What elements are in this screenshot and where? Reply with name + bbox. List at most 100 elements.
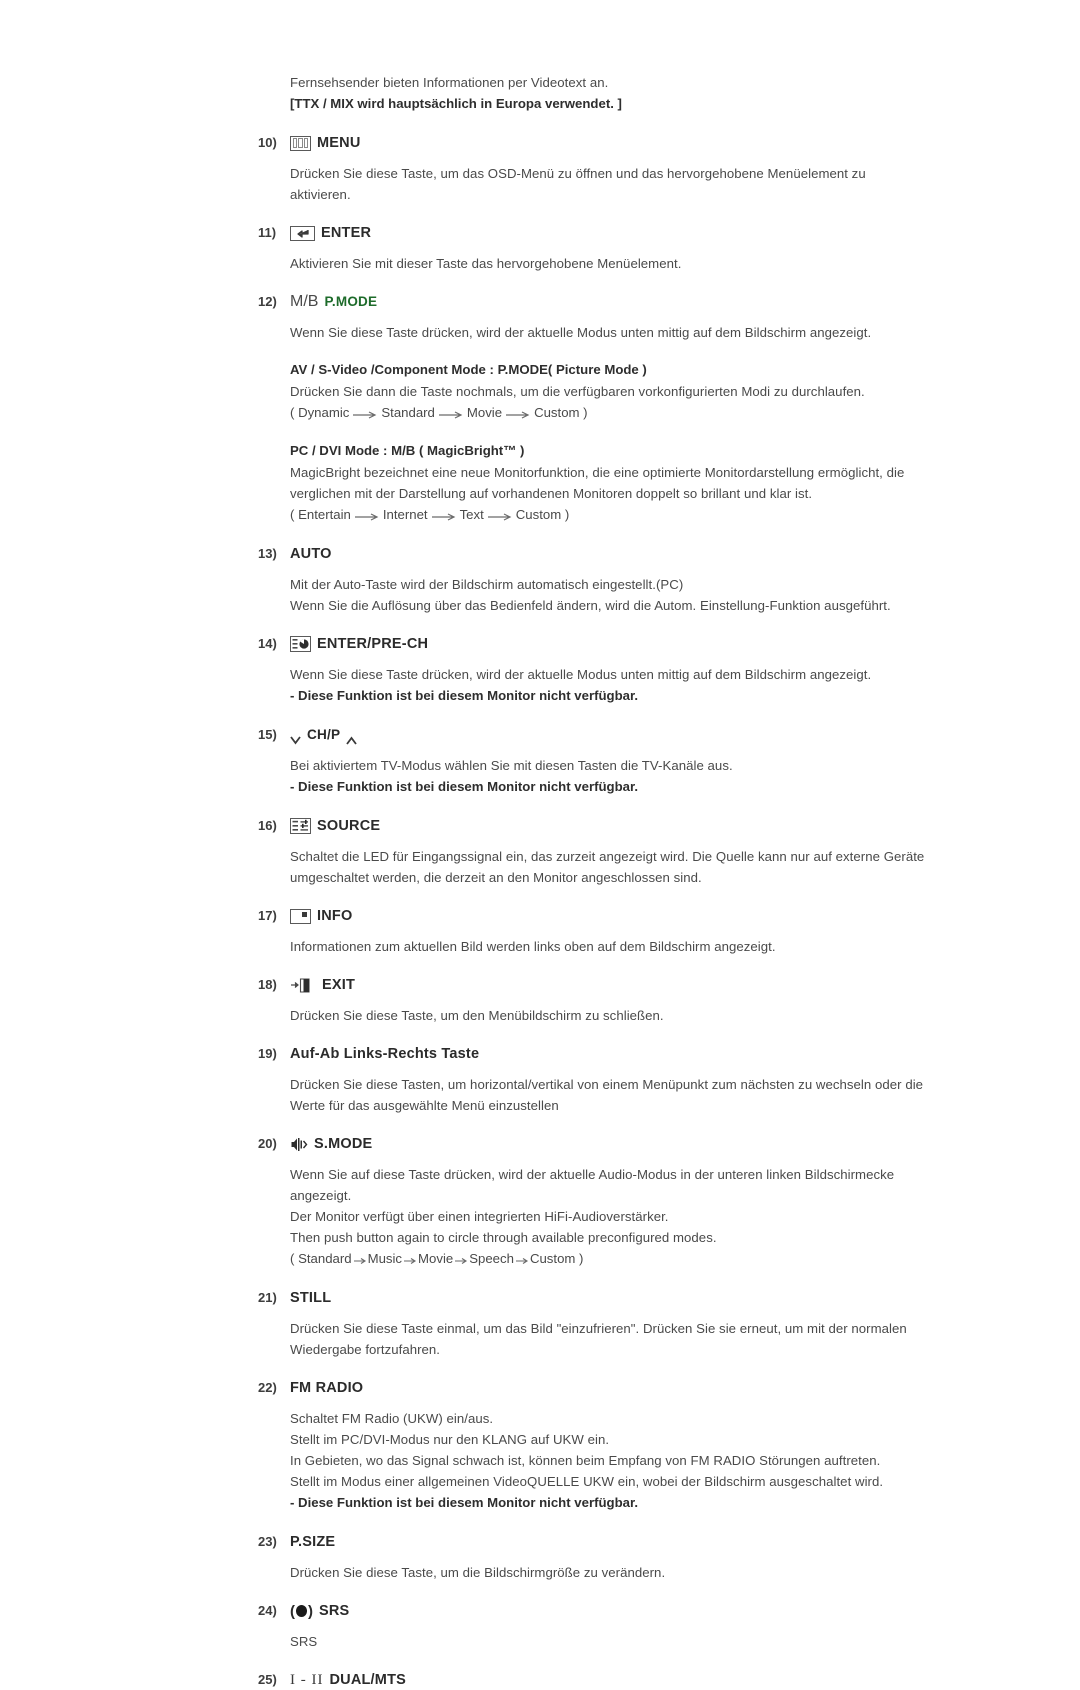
mode-sequence-magicbright: ( Entertain Internet Text Custom ) — [290, 504, 950, 526]
sound-mode-icon — [290, 1137, 308, 1152]
arrow-right-icon — [515, 1249, 529, 1270]
item-paragraph: Werte für das ausgewählte Menü einzustel… — [290, 1098, 559, 1114]
item-enter-prech: 14) ENTER/PRE-CH — [258, 634, 950, 654]
item-psize: 23) P.SIZE — [258, 1532, 950, 1552]
item-label-row: SOURCE — [290, 816, 380, 836]
item-paragraph: Then push button again to circle through… — [290, 1230, 717, 1246]
item-paragraph: Wenn Sie auf diese Taste drücken, wird d… — [290, 1167, 895, 1183]
item-label-row: ENTER — [290, 223, 371, 243]
item-number: 11) — [258, 225, 277, 240]
item-label: SOURCE — [317, 818, 381, 835]
enter-prech-icon — [290, 636, 311, 653]
mode-option: Standard — [298, 1251, 352, 1267]
item-paragraph: Informationen zum aktuellen Bild werden … — [290, 939, 776, 955]
item-label: FM RADIO — [290, 1380, 364, 1397]
item-label: MENU — [317, 135, 361, 151]
item-unavailable-note: - Diese Funktion ist bei diesem Monitor … — [290, 1495, 639, 1511]
document-page: Fernsehsender bieten Informationen per V… — [0, 0, 1080, 1688]
item-number: 22) — [258, 1380, 277, 1396]
item-source: 16) SOURCE — [258, 816, 950, 836]
item-paragraph: Aktivieren Sie mit dieser Taste das herv… — [290, 256, 682, 271]
item-paragraph: Stellt im Modus einer allgemeinen VideoQ… — [290, 1474, 884, 1490]
item-number: 17) — [258, 908, 277, 924]
mode-option: Custom — [529, 1251, 576, 1267]
item-label: S.MODE — [314, 1136, 373, 1153]
item-dual-mts: 25) I - II DUAL/MTS — [258, 1670, 950, 1690]
item-paragraph: In Gebieten, wo das Signal schwach ist, … — [290, 1453, 881, 1469]
item-paragraph: angezeigt. — [290, 1188, 352, 1204]
chevron-up-icon — [346, 731, 358, 745]
item-paragraph: umgeschaltet werden, die derzeit an den … — [290, 870, 702, 886]
info-icon — [290, 908, 311, 924]
item-label-row: Auf-Ab Links-Rechts Taste — [290, 1044, 479, 1064]
dual-mts-icon: I - II — [290, 1672, 324, 1689]
intro-note: [TTX / MIX wird hauptsächlich in Europa … — [290, 96, 622, 111]
mode-option: Movie — [466, 405, 503, 420]
mode-option: Speech — [469, 1251, 514, 1267]
item-paragraph: Schaltet FM Radio (UKW) ein/aus. — [290, 1411, 494, 1427]
item-label-prefix: M/B — [290, 293, 319, 310]
arrow-right-icon — [438, 403, 464, 424]
item-pmode: 12) M/B P.MODE — [258, 292, 950, 312]
item-paragraph: Drücken Sie diese Tasten, um horizontal/… — [290, 1077, 924, 1093]
item-paragraph: Schaltet die LED für Eingangssignal ein,… — [290, 849, 925, 865]
item-label: ENTER — [321, 225, 372, 241]
arrow-right-icon — [354, 505, 380, 526]
item-number: 20) — [258, 1136, 277, 1152]
item-paragraph: SRS — [290, 1634, 318, 1650]
intro-line: Fernsehsender bieten Informationen per V… — [290, 75, 609, 90]
item-number: 15) — [258, 727, 277, 743]
item-paragraph: Stellt im PC/DVI-Modus nur den KLANG auf… — [290, 1432, 610, 1448]
mode-sequence-picture: ( Dynamic Standard Movie Custom ) — [290, 402, 950, 424]
item-number: 12) — [258, 294, 277, 309]
item-paragraph: Drücken Sie diese Taste einmal, um das B… — [290, 1321, 907, 1337]
item-paragraph: Wenn Sie diese Taste drücken, wird der a… — [290, 325, 872, 340]
mode-option: Music — [367, 1251, 403, 1267]
item-number: 23) — [258, 1534, 277, 1550]
item-label-row: I - II DUAL/MTS — [290, 1670, 406, 1690]
exit-icon — [290, 977, 316, 993]
item-number: 14) — [258, 636, 277, 652]
source-icon — [290, 818, 311, 835]
mode-option: Custom — [534, 405, 580, 420]
item-label: ENTER/PRE-CH — [317, 636, 429, 653]
subsection-heading: AV / S-Video /Component Mode : P.MODE( P… — [290, 362, 647, 377]
item-number: 19) — [258, 1046, 277, 1062]
item-label-row: EXIT — [290, 975, 355, 995]
item-label: P.SIZE — [290, 1534, 336, 1551]
mode-option: Standard — [381, 405, 435, 420]
item-paragraph: Drücken Sie diese Taste, um die Bildschi… — [290, 1565, 666, 1581]
subsection-paragraph: verglichen mit der Darstellung auf vorha… — [290, 486, 813, 502]
mode-option: Dynamic — [298, 405, 350, 420]
item-number: 13) — [258, 546, 277, 562]
item-number: 16) — [258, 818, 277, 834]
item-label-row: M/B P.MODE — [290, 292, 377, 312]
item-srs: 24) () SRS — [258, 1601, 950, 1621]
item-label-row: FM RADIO — [290, 1378, 363, 1398]
item-paragraph: Drücken Sie diese Taste, um das OSD-Menü… — [290, 166, 866, 181]
item-fm-radio: 22) FM RADIO — [258, 1378, 950, 1398]
item-number: 24) — [258, 1603, 277, 1619]
subsection-paragraph: MagicBright bezeichnet eine neue Monitor… — [290, 465, 905, 481]
item-paragraph: Drücken Sie diese Taste, um den Menübild… — [290, 1008, 664, 1024]
arrow-right-icon — [505, 403, 531, 424]
arrow-right-icon — [487, 505, 513, 526]
mode-option: Movie — [418, 1251, 454, 1267]
item-number: 10) — [258, 135, 277, 150]
item-number: 18) — [258, 977, 277, 993]
subsection-paragraph: Drücken Sie dann die Taste nochmals, um … — [290, 384, 865, 399]
item-label: INFO — [317, 908, 353, 925]
arrow-right-icon — [431, 505, 457, 526]
item-paragraph: Bei aktiviertem TV-Modus wählen Sie mit … — [290, 758, 733, 774]
enter-icon — [290, 225, 315, 241]
arrow-right-icon — [352, 403, 378, 424]
item-label-row: INFO — [290, 906, 352, 926]
arrow-right-icon — [403, 1249, 417, 1270]
menu-icon — [290, 135, 311, 151]
mode-sequence-sound: ( Standard Music Movie Speech Custom ) — [290, 1248, 950, 1270]
item-label: Auf-Ab Links-Rechts Taste — [290, 1046, 480, 1063]
arrow-right-icon — [454, 1249, 468, 1270]
chevron-down-icon — [290, 731, 301, 745]
mode-option: Entertain — [298, 507, 351, 523]
item-unavailable-note: - Diese Funktion ist bei diesem Monitor … — [290, 688, 639, 704]
